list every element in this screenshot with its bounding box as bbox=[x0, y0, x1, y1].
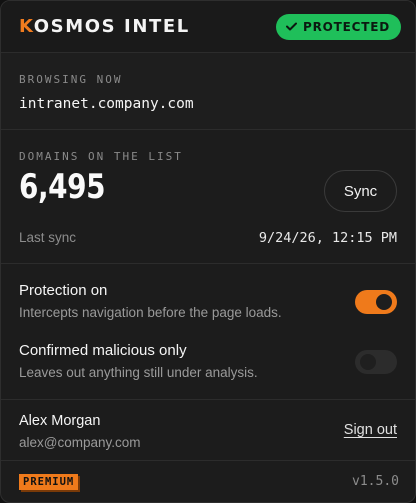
user-name: Alex Morgan bbox=[19, 413, 101, 429]
browsing-now-label: BROWSING NOW bbox=[19, 73, 123, 86]
footer: PREMIUM v1.5.0 bbox=[1, 461, 415, 502]
brand-accent-letter: K bbox=[19, 16, 34, 37]
brand-name: OSMOS INTEL bbox=[33, 16, 190, 37]
version-label: v1.5.0 bbox=[352, 474, 399, 489]
protected-status-label: PROTECTED bbox=[303, 19, 390, 34]
protection-toggle-description: Intercepts navigation before the page lo… bbox=[19, 305, 282, 320]
protection-toggle-switch[interactable] bbox=[355, 290, 397, 314]
protection-toggle-title: Protection on bbox=[19, 282, 108, 299]
confirmed-only-toggle-description: Leaves out anything still under analysis… bbox=[19, 365, 258, 380]
toggle-knob bbox=[360, 354, 376, 370]
domains-count-label: DOMAINS ON THE LIST bbox=[19, 150, 183, 163]
confirmed-only-toggle-switch[interactable] bbox=[355, 350, 397, 374]
last-sync-row: Last sync 9/24/26, 12:15 PM bbox=[19, 230, 397, 246]
domains-section: DOMAINS ON THE LIST 6,495 Sync Last sync… bbox=[1, 130, 415, 264]
brand-logo: KOSMOS INTEL bbox=[19, 16, 190, 37]
user-email: alex@company.com bbox=[19, 435, 141, 450]
confirmed-only-toggle-title: Confirmed malicious only bbox=[19, 342, 187, 359]
sign-out-link[interactable]: Sign out bbox=[344, 422, 397, 438]
protection-toggle-row: Protection on Intercepts navigation befo… bbox=[19, 282, 397, 342]
last-sync-timestamp: 9/24/26, 12:15 PM bbox=[258, 230, 397, 246]
browsing-now-section: BROWSING NOW intranet.company.com bbox=[1, 53, 415, 130]
premium-plan-badge: PREMIUM bbox=[19, 473, 79, 490]
header: KOSMOS INTEL PROTECTED bbox=[1, 1, 415, 53]
last-sync-label: Last sync bbox=[19, 230, 77, 245]
toggle-knob bbox=[376, 294, 392, 310]
check-icon bbox=[286, 22, 298, 31]
current-url: intranet.company.com bbox=[19, 96, 194, 112]
sync-button[interactable]: Sync bbox=[324, 170, 397, 212]
domains-count: 6,495 bbox=[19, 167, 106, 207]
account-section: Alex Morgan alex@company.com Sign out bbox=[1, 400, 415, 461]
extension-popup: KOSMOS INTEL PROTECTED BROWSING NOW intr… bbox=[0, 0, 416, 503]
confirmed-only-toggle-row: Confirmed malicious only Leaves out anyt… bbox=[19, 342, 397, 402]
settings-section: Protection on Intercepts navigation befo… bbox=[1, 264, 415, 400]
protected-status-badge: PROTECTED bbox=[276, 13, 401, 40]
